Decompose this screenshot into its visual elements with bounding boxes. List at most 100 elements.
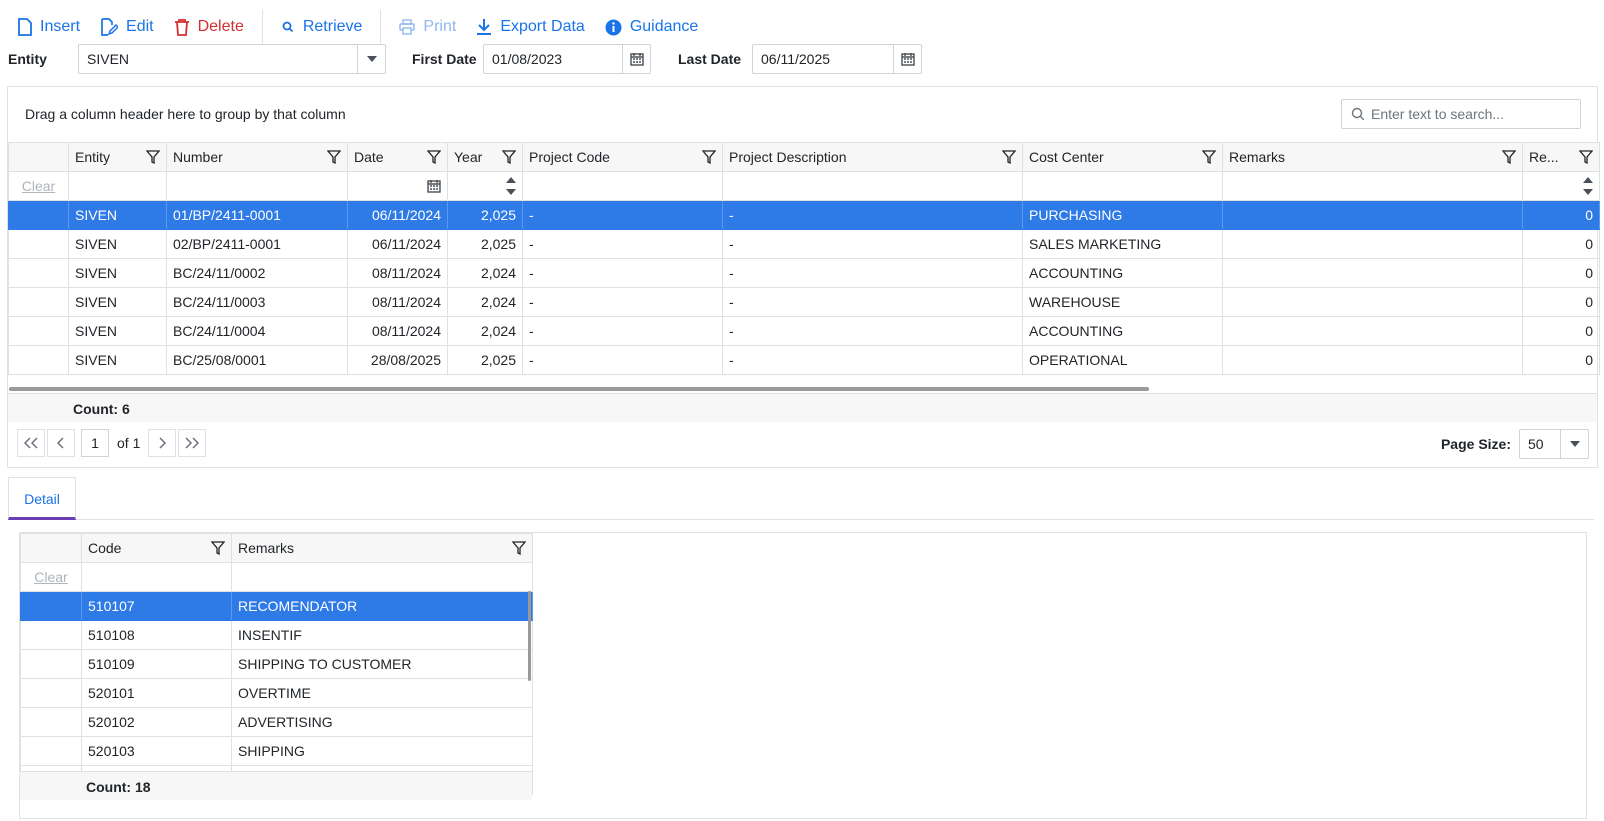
cell-re: 0 (1522, 200, 1600, 230)
filter-icon[interactable] (211, 541, 225, 555)
calendar-icon[interactable] (893, 45, 921, 73)
table-row[interactable]: SIVEN BC/25/08/0001 28/08/2025 2,025 - -… (8, 345, 1600, 375)
table-row[interactable]: SIVEN 01/BP/2411-0001 06/11/2024 2,025 -… (8, 200, 1600, 230)
filter-row: Clear (20, 562, 533, 592)
row-select-cell[interactable] (8, 229, 69, 259)
cell-project-code: - (522, 229, 723, 259)
filter-cell-re[interactable] (1522, 171, 1600, 201)
filter-cell-number[interactable] (166, 171, 348, 201)
column-header-year[interactable]: Year (447, 142, 523, 172)
filter-icon[interactable] (1579, 150, 1593, 164)
column-header-re[interactable]: Re... (1522, 142, 1600, 172)
filter-icon[interactable] (502, 150, 516, 164)
clear-filter-link[interactable]: Clear (20, 562, 82, 592)
filter-cell-year[interactable] (447, 171, 523, 201)
search-icon (282, 21, 293, 33)
last-date-input[interactable]: 06/11/2025 (752, 44, 922, 74)
vertical-scrollbar[interactable] (528, 591, 531, 681)
delete-button[interactable]: Delete (164, 10, 254, 44)
cell-code: 520102 (81, 707, 232, 737)
row-select-cell[interactable] (20, 620, 82, 650)
filter-cell-project-description[interactable] (722, 171, 1023, 201)
table-row[interactable]: SIVEN 02/BP/2411-0001 06/11/2024 2,025 -… (8, 229, 1600, 259)
cell-project-code: - (522, 258, 723, 288)
row-select-cell[interactable] (8, 200, 69, 230)
cell-re: 0 (1522, 316, 1600, 346)
table-row[interactable]: 520103 SHIPPING (20, 736, 533, 766)
next-page-button[interactable] (148, 429, 177, 457)
last-page-button[interactable] (178, 429, 207, 457)
filter-cell-remarks[interactable] (1222, 171, 1523, 201)
row-select-cell[interactable] (8, 258, 69, 288)
table-row[interactable]: 510109 SHIPPING TO CUSTOMER (20, 649, 533, 679)
chevron-down-icon[interactable] (357, 45, 385, 73)
chevron-down-icon[interactable] (1560, 430, 1588, 458)
table-row[interactable]: SIVEN BC/24/11/0003 08/11/2024 2,024 - -… (8, 287, 1600, 317)
column-header-cost-center[interactable]: Cost Center (1022, 142, 1223, 172)
row-select-cell[interactable] (20, 707, 82, 737)
column-header-entity[interactable]: Entity (68, 142, 167, 172)
calendar-icon[interactable] (427, 179, 441, 193)
print-button[interactable]: Print (389, 10, 466, 44)
page-number-input[interactable]: 1 (81, 429, 109, 457)
entity-select[interactable]: SIVEN (78, 44, 386, 74)
filter-icon[interactable] (1202, 150, 1216, 164)
row-select-cell[interactable] (8, 345, 69, 375)
filter-icon[interactable] (1002, 150, 1016, 164)
filter-cell-entity[interactable] (68, 171, 167, 201)
filter-cell-code[interactable] (81, 562, 232, 592)
table-row[interactable]: 510108 INSENTIF (20, 620, 533, 650)
row-select-cell[interactable] (20, 678, 82, 708)
calendar-icon[interactable] (622, 45, 650, 73)
filter-cell-remarks[interactable] (231, 562, 533, 592)
cell-remarks (1222, 200, 1523, 230)
row-select-cell[interactable] (8, 287, 69, 317)
cell-project-description: - (722, 258, 1023, 288)
filter-icon[interactable] (1502, 150, 1516, 164)
column-header-project-code[interactable]: Project Code (522, 142, 723, 172)
search-input[interactable]: Enter text to search... (1341, 99, 1581, 129)
filter-icon[interactable] (702, 150, 716, 164)
cell-cost-center: SALES MARKETING (1022, 229, 1223, 259)
cell-code: 520101 (81, 678, 232, 708)
filter-icon[interactable] (427, 150, 441, 164)
delete-label: Delete (197, 18, 244, 35)
spin-arrows-icon[interactable] (506, 175, 516, 197)
horizontal-scrollbar[interactable] (9, 387, 1149, 391)
guidance-button[interactable]: Guidance (595, 10, 709, 44)
insert-button[interactable]: Insert (8, 10, 90, 44)
column-header-date[interactable]: Date (347, 142, 448, 172)
table-row[interactable]: 510107 RECOMENDATOR (20, 591, 533, 621)
table-row[interactable]: 520101 OVERTIME (20, 678, 533, 708)
column-header-remarks[interactable]: Remarks (1222, 142, 1523, 172)
table-row[interactable]: SIVEN BC/24/11/0004 08/11/2024 2,024 - -… (8, 316, 1600, 346)
cell-code: 510107 (81, 591, 232, 621)
filter-cell-cost-center[interactable] (1022, 171, 1223, 201)
tab-detail[interactable]: Detail (8, 477, 76, 520)
page-size-select[interactable]: 50 (1519, 429, 1589, 459)
filter-icon[interactable] (146, 150, 160, 164)
group-panel[interactable]: Drag a column header here to group by th… (8, 87, 1597, 142)
row-select-cell[interactable] (20, 736, 82, 766)
first-date-input[interactable]: 01/08/2023 (483, 44, 651, 74)
spin-arrows-icon[interactable] (1583, 175, 1593, 197)
column-header-project-description[interactable]: Project Description (722, 142, 1023, 172)
filter-icon[interactable] (327, 150, 341, 164)
row-select-cell[interactable] (8, 316, 69, 346)
filter-cell-project-code[interactable] (522, 171, 723, 201)
column-header-number[interactable]: Number (166, 142, 348, 172)
row-select-cell[interactable] (20, 591, 82, 621)
column-header-code[interactable]: Code (81, 533, 232, 563)
retrieve-button[interactable]: Retrieve (271, 10, 373, 44)
clear-filter-link[interactable]: Clear (8, 171, 69, 201)
column-header-remarks[interactable]: Remarks (231, 533, 533, 563)
table-row[interactable]: SIVEN BC/24/11/0002 08/11/2024 2,024 - -… (8, 258, 1600, 288)
prev-page-button[interactable] (47, 429, 75, 457)
filter-cell-date[interactable] (347, 171, 448, 201)
row-select-cell[interactable] (20, 649, 82, 679)
export-data-button[interactable]: Export Data (466, 10, 594, 44)
filter-icon[interactable] (512, 541, 526, 555)
edit-button[interactable]: Edit (90, 10, 164, 44)
first-page-button[interactable] (17, 429, 45, 457)
table-row[interactable]: 520102 ADVERTISING (20, 707, 533, 737)
